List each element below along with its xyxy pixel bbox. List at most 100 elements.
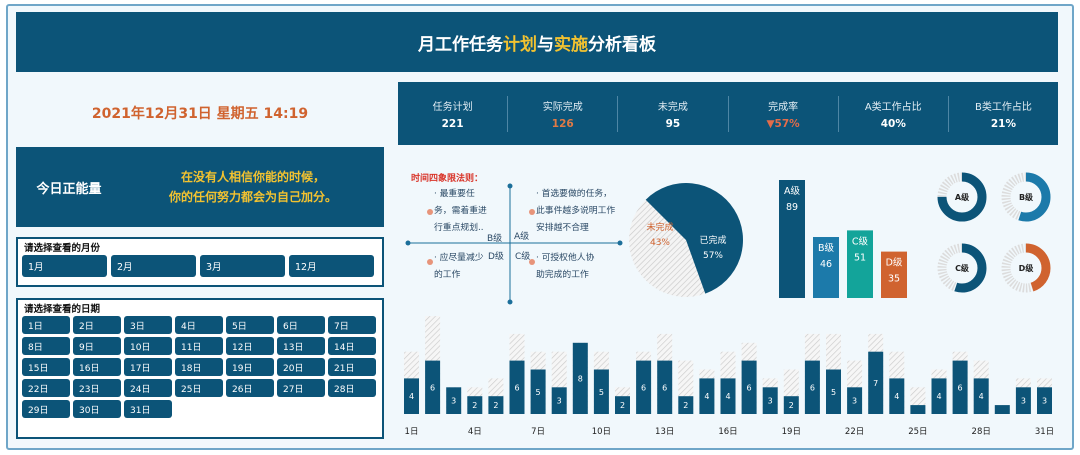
kpi-planned: 任务计划 221 [398, 95, 509, 132]
done-bar-label: 6 [430, 383, 435, 392]
month-button[interactable]: 1月 [22, 255, 107, 277]
day-button[interactable]: 4日 [175, 316, 223, 334]
grade-bar-value: 89 [786, 202, 798, 213]
day-button[interactable]: 20日 [277, 358, 325, 376]
day-button[interactable]: 1日 [22, 316, 70, 334]
x-tick-label: 28日 [972, 427, 991, 437]
done-bar-label: 5 [536, 388, 541, 397]
grade-bar-chart: A级 89 B级 46 C级 51 D级 35 [779, 180, 907, 298]
daily-bar-chart: 4 6 3 2 2 6 5 3 8 5 2 6 6 2 4 4 6 3 2 6 5 3 7 4 4 6 4 3 3 1日 4日 7日 10日 1… [404, 316, 1054, 437]
day-selector: 请选择查看的日期 1日 2日 3日 4日 5日 6日 7日 8日 9日 10日 11日 12日 13日 1… [16, 298, 384, 439]
x-tick-label: 16日 [718, 427, 737, 437]
x-tick-label: 10日 [592, 427, 611, 437]
x-tick-label: 31日 [1035, 427, 1054, 437]
day-button[interactable]: 22日 [22, 379, 70, 397]
donut-label: A级 [955, 192, 970, 202]
motto-text: 在没有人相信你能的时候， 你的任何努力都会为自己加分。 [168, 170, 337, 204]
day-button[interactable]: 3日 [124, 316, 172, 334]
x-tick-label: 4日 [468, 427, 482, 437]
quadrant-a-dot [529, 209, 535, 215]
quadrant-d-label: D级 [488, 252, 504, 262]
day-button[interactable]: 18日 [175, 358, 223, 376]
day-button[interactable]: 23日 [73, 379, 121, 397]
day-button[interactable]: 19日 [226, 358, 274, 376]
grade-bar [779, 180, 805, 298]
quadrant-b-label: B级 [487, 234, 503, 244]
done-bar-label: 4 [409, 392, 414, 401]
done-bar-label: 2 [789, 401, 794, 410]
month-button[interactable]: 12月 [289, 255, 374, 277]
grade-bar-value: 51 [854, 252, 866, 263]
day-button[interactable]: 6日 [277, 316, 325, 334]
quadrant-b-text: · 最重要任 务，需着重进 行重点规划.. [434, 189, 487, 233]
day-button[interactable]: 8日 [22, 337, 70, 355]
x-tick-label: 1日 [405, 427, 419, 437]
grade-bar-label: C级 [852, 235, 869, 247]
pie-done-label: 已完成 [699, 234, 726, 246]
donut-label: D级 [1019, 263, 1035, 273]
done-bar-label: 6 [810, 383, 815, 392]
day-button[interactable]: 17日 [124, 358, 172, 376]
kpi-done: 实际完成 126 [508, 95, 619, 132]
day-button[interactable]: 2日 [73, 316, 121, 334]
day-button[interactable]: 30日 [73, 400, 121, 418]
done-bar-label: 3 [557, 397, 562, 406]
day-grid: 1日 2日 3日 4日 5日 6日 7日 8日 9日 10日 11日 12日 13日 14日 15日 16日 1… [18, 316, 382, 418]
day-button[interactable]: 13日 [277, 337, 325, 355]
day-button[interactable]: 5日 [226, 316, 274, 334]
kpi-undone: 未完成 95 [618, 95, 729, 132]
day-button[interactable]: 21日 [328, 358, 376, 376]
quadrant-a-text: · 首选要做的任务， 此事件越多说明工作 安排越不合理 [536, 189, 616, 233]
x-tick-label: 22日 [845, 427, 864, 437]
donut-label: B级 [1019, 192, 1034, 202]
grade-bar-label: A级 [784, 185, 800, 197]
day-button[interactable]: 9日 [73, 337, 121, 355]
done-bar-label: 6 [662, 383, 667, 392]
day-button[interactable]: 25日 [175, 379, 223, 397]
day-button[interactable]: 31日 [124, 400, 172, 418]
completion-pie: 已完成 57% 未完成 43% [629, 183, 743, 297]
day-button[interactable]: 26日 [226, 379, 274, 397]
quadrant-c-label: C级 [515, 252, 531, 262]
kpi-a-share: A类工作占比 40% [839, 95, 949, 132]
month-button[interactable]: 3月 [200, 255, 285, 277]
day-button[interactable]: 7日 [328, 316, 376, 334]
pie-undone-label: 未完成 [646, 221, 673, 233]
quadrant-b-dot [427, 209, 433, 215]
donut-label: C级 [955, 263, 970, 273]
done-bar-label: 6 [641, 383, 646, 392]
x-tick-label: 7日 [531, 427, 545, 437]
day-button[interactable]: 16日 [73, 358, 121, 376]
x-tick-label: 13日 [655, 427, 674, 437]
grade-bar-value: 46 [820, 259, 832, 270]
kpi-b-share: B类工作占比 21% [975, 101, 1032, 130]
done-bar-label: 7 [873, 379, 878, 388]
done-bar-label: 3 [852, 397, 857, 406]
motto-title: 今日正能量 [36, 181, 102, 197]
done-bar-label: 2 [493, 401, 498, 410]
motto-box: 今日正能量 在没有人相信你能的时候， 你的任何努力都会为自己加分。 [16, 147, 384, 227]
done-bar-label: 5 [599, 388, 604, 397]
day-button[interactable]: 27日 [277, 379, 325, 397]
done-bar-label: 6 [514, 383, 519, 392]
day-button[interactable]: 15日 [22, 358, 70, 376]
day-button[interactable]: 24日 [124, 379, 172, 397]
pie-undone-pct: 43% [650, 238, 670, 248]
quadrant-c-text: · 可授权他人协 助完成的工作 [536, 253, 595, 280]
kpi-bar: 任务计划 221 实际完成 126 未完成 95 完成率 ▼57% A类工作占比 40% … [398, 82, 1058, 145]
day-button[interactable]: 14日 [328, 337, 376, 355]
day-button[interactable]: 10日 [124, 337, 172, 355]
day-button[interactable]: 28日 [328, 379, 376, 397]
done-bar-label: 3 [451, 397, 456, 406]
done-bar-label: 6 [958, 383, 963, 392]
month-button[interactable]: 2月 [111, 255, 196, 277]
pie-done-pct: 57% [703, 251, 723, 261]
day-button[interactable]: 29日 [22, 400, 70, 418]
done-bar-label: 2 [620, 401, 625, 410]
month-selector: 请选择查看的月份 1月 2月 3月 12月 [16, 237, 384, 287]
day-button[interactable]: 11日 [175, 337, 223, 355]
day-button[interactable]: 12日 [226, 337, 274, 355]
done-bar-label: 4 [725, 392, 730, 401]
done-bar-label: 2 [683, 401, 688, 410]
dashboard-title: 月工作任务 计划与实施 分析看板 [16, 12, 1058, 72]
